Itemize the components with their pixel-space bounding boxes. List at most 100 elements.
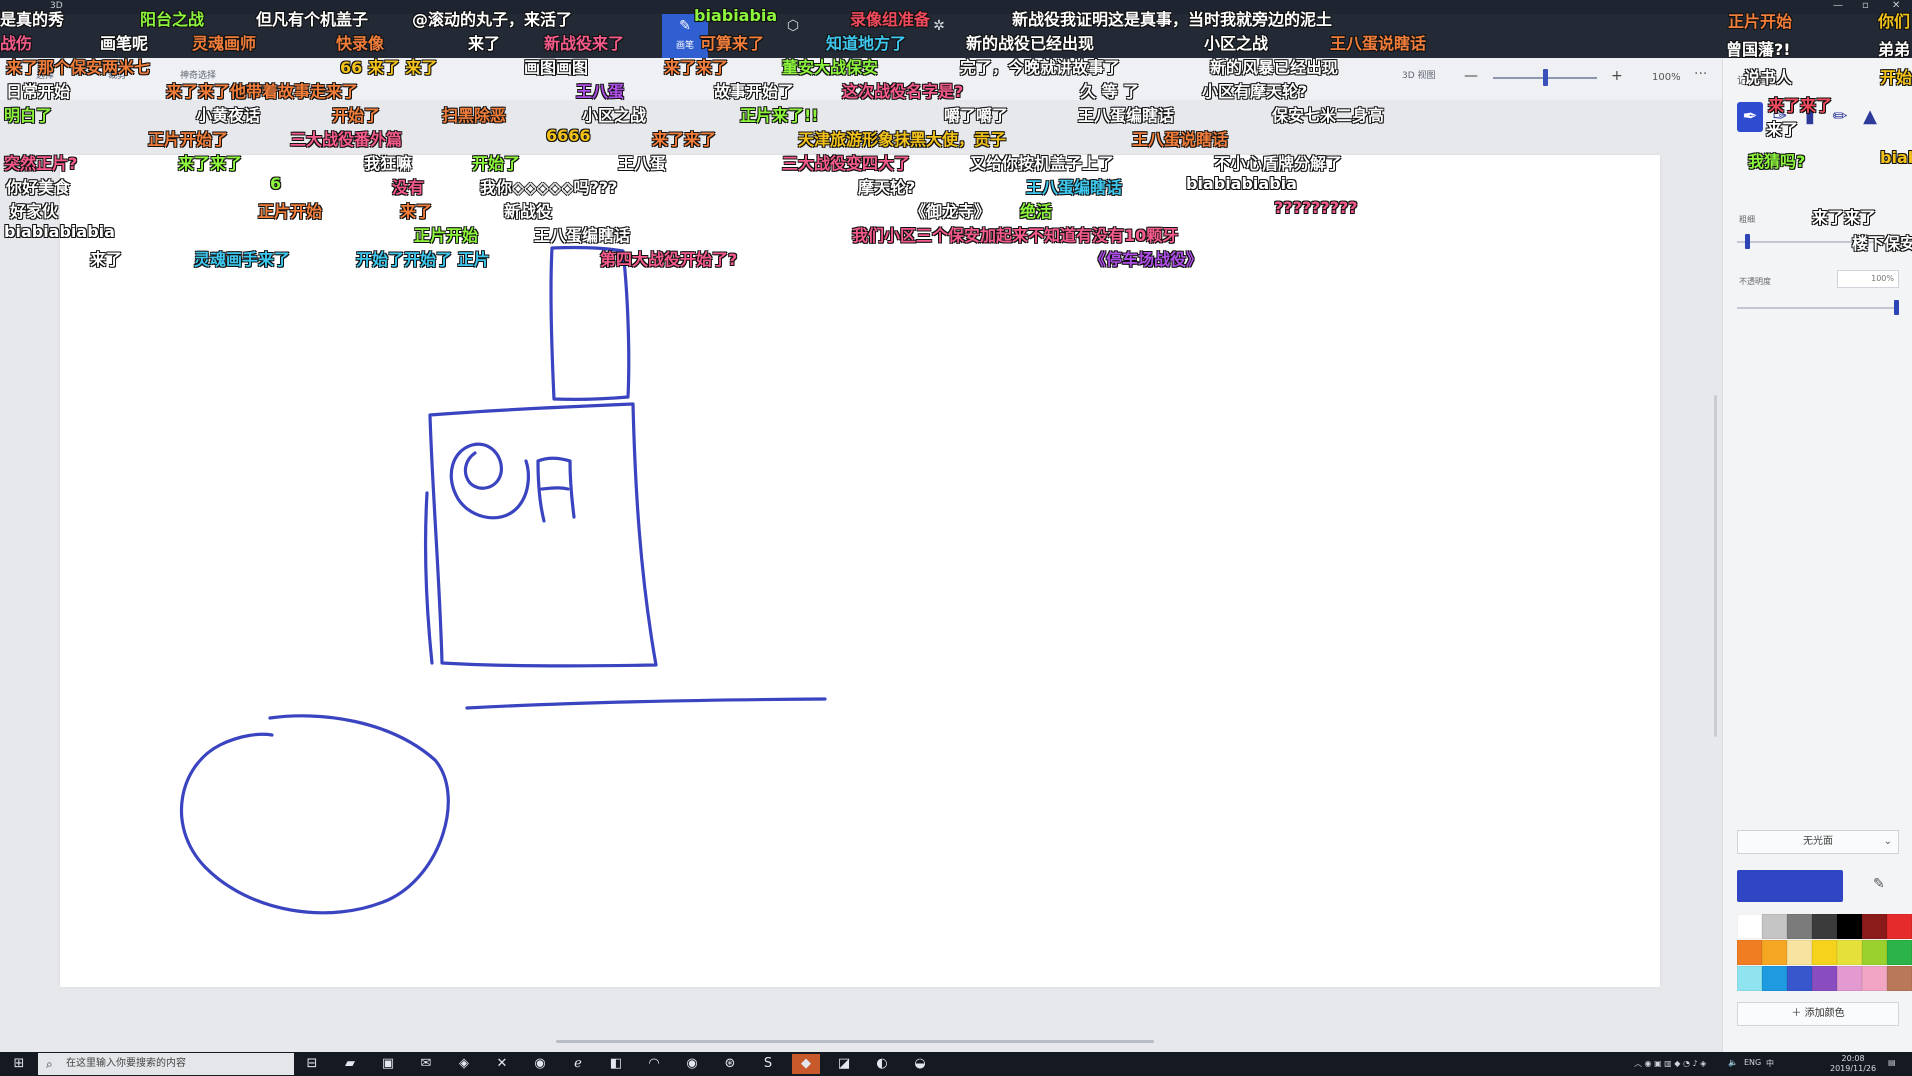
color-swatch[interactable] [1787, 940, 1812, 965]
danmaku-comment: 66 来了 来了 [340, 58, 438, 77]
color-swatch[interactable] [1862, 966, 1887, 991]
danmaku-comment: 天津旅游形象抹黑大使，贡子 [798, 130, 1007, 149]
current-color-swatch[interactable] [1737, 870, 1843, 902]
start-button[interactable]: ⊞ [8, 1054, 30, 1074]
danmaku-comment: 王八蛋编瞎话 [534, 226, 631, 245]
drawing-canvas[interactable] [60, 155, 1660, 987]
danmaku-comment: ????????? [1274, 198, 1358, 217]
color-swatch[interactable] [1837, 940, 1862, 965]
taskbar-app-button[interactable]: ◒ [906, 1054, 934, 1074]
notification-icon[interactable]: ▤ [1888, 1058, 1896, 1067]
color-swatch[interactable] [1812, 940, 1837, 965]
danmaku-comment: 保安七米二身高 [1272, 106, 1385, 125]
thickness-slider-thumb[interactable] [1744, 234, 1750, 249]
danmaku-comment: 我你◇◇◇◇◇吗??? [480, 178, 618, 197]
color-swatch[interactable] [1787, 914, 1812, 939]
zoom-in-button[interactable]: + [1611, 68, 1623, 84]
maximize-button[interactable]: ▫ [1862, 0, 1869, 11]
taskbar-app-button[interactable]: ◪ [830, 1054, 858, 1074]
canvas-drawing [179, 245, 827, 915]
danmaku-comment: 你好美食 [6, 178, 71, 197]
taskbar-app-button[interactable]: ◉ [526, 1054, 554, 1074]
color-swatch[interactable] [1762, 914, 1787, 939]
taskbar-app-button[interactable]: ◠ [640, 1054, 668, 1074]
system-clock[interactable]: 20:08 2019/11/26 [1830, 1054, 1876, 1074]
danmaku-comment: 来了 [400, 202, 433, 221]
danmaku-comment: 说书人 [1744, 68, 1793, 87]
taskbar-app-button[interactable]: ◈ [450, 1054, 478, 1074]
minimize-button[interactable]: — [1833, 0, 1843, 11]
color-swatch[interactable] [1862, 914, 1887, 939]
danmaku-comment: 正片开始 [1728, 12, 1793, 31]
color-swatch[interactable] [1762, 966, 1787, 991]
danmaku-comment: 这次战役名字是? [842, 82, 964, 101]
add-color-button[interactable]: ＋ 添加颜色 [1737, 1002, 1899, 1026]
color-swatch[interactable] [1887, 966, 1912, 991]
danmaku-comment: 正片开始 [258, 202, 323, 221]
danmaku-comment: 日常开始 [6, 82, 71, 101]
color-swatch[interactable] [1887, 940, 1912, 965]
danmaku-comment: 新战役我证明这是真事，当时我就旁边的泥土 [1012, 10, 1333, 29]
danmaku-comment: 王八蛋说瞎话 [1132, 130, 1229, 149]
marker-brush-button[interactable]: ✒ [1737, 102, 1763, 132]
drawn-stroke-large-box [428, 402, 658, 668]
eyedropper-icon[interactable]: ✎ [1873, 876, 1885, 892]
ime-icon[interactable]: 中 [1766, 1058, 1774, 1069]
speaker-icon[interactable]: 🔈 [1728, 1058, 1738, 1067]
input-language[interactable]: ENG [1744, 1058, 1761, 1067]
vertical-scrollbar[interactable] [1714, 395, 1717, 737]
color-swatch[interactable] [1737, 914, 1762, 939]
more-options-button[interactable]: ··· [1694, 66, 1707, 82]
danmaku-comment: 王八蛋编瞎话 [1078, 106, 1175, 125]
color-swatch[interactable] [1862, 940, 1887, 965]
taskbar-app-button[interactable]: ▣ [374, 1054, 402, 1074]
danmaku-comment: 小区之战 [582, 106, 647, 125]
color-swatch[interactable] [1837, 914, 1862, 939]
taskbar-app-button[interactable]: S [754, 1054, 782, 1074]
danmaku-comment: 来了 [468, 34, 501, 53]
taskbar-app-button[interactable]: ◐ [868, 1054, 896, 1074]
taskbar-search-box[interactable]: ⌕ 在这里输入你要搜索的内容 [38, 1053, 294, 1075]
danmaku-comment: 小区之战 [1204, 34, 1269, 53]
edge-icon: ℯ [574, 1056, 582, 1071]
taskbar-app-button[interactable]: ✕ [488, 1054, 516, 1074]
danmaku-comment: 第四大战役开始了? [600, 250, 738, 269]
color-swatch[interactable] [1812, 914, 1837, 939]
taskbar-app-button[interactable]: ℯ [564, 1054, 592, 1074]
danmaku-comment: 不小心盾牌分解了 [1214, 154, 1343, 173]
horizontal-scrollbar[interactable] [556, 1040, 1154, 1043]
danmaku-comment: 又给你按机盖子上了 [970, 154, 1115, 173]
drawn-stroke-top-rectangle [549, 245, 631, 401]
zoom-out-button[interactable]: — [1464, 68, 1478, 84]
taskbar-app-button[interactable]: ✉ [412, 1054, 440, 1074]
opacity-input[interactable]: 100% [1837, 270, 1899, 288]
taskbar-app-button[interactable]: ⊟ [298, 1054, 326, 1074]
tray-icons[interactable]: ︿ ◉ ▣ ▥ ◆ ◔ ♪ ◈ [1634, 1058, 1706, 1069]
taskbar-app-button[interactable]: ◉ [678, 1054, 706, 1074]
view-3d-toggle[interactable]: 3D 视图 [1402, 68, 1436, 81]
taskbar-app-button[interactable]: ◆ [792, 1054, 820, 1074]
opacity-slider-thumb[interactable] [1894, 300, 1899, 315]
danmaku-comment: 我们小区三个保安加起来不知道有没有10颗牙 [852, 226, 1179, 245]
danmaku-comment: 绝活 [1020, 202, 1053, 221]
color-swatch[interactable] [1887, 914, 1912, 939]
zoom-slider-thumb[interactable] [1542, 69, 1548, 86]
color-swatch[interactable] [1837, 966, 1862, 991]
color-swatch[interactable] [1762, 940, 1787, 965]
taskbar-app-button[interactable]: ⊛ [716, 1054, 744, 1074]
danmaku-comment: 完了，今晚就讲故事了 [960, 58, 1121, 77]
danmaku-comment: 突然正片? [4, 154, 78, 173]
crayon-button[interactable]: ▲ [1857, 102, 1883, 132]
taskbar-app-button[interactable]: ▰ [336, 1054, 364, 1074]
danmaku-comment: 6666 [546, 126, 591, 145]
color-swatch[interactable] [1737, 940, 1762, 965]
danmaku-comment: 曾国藩?! [1726, 40, 1791, 59]
taskbar-app-button[interactable]: ◧ [602, 1054, 630, 1074]
color-swatch[interactable] [1812, 966, 1837, 991]
paint-3d-icon: ◆ [801, 1056, 811, 1071]
opacity-slider[interactable] [1737, 307, 1899, 309]
color-swatch[interactable] [1787, 966, 1812, 991]
danmaku-comment: 录像组准备 [850, 10, 931, 29]
color-swatch[interactable] [1737, 966, 1762, 991]
finish-dropdown[interactable]: 无光面 ⌄ [1737, 830, 1899, 854]
